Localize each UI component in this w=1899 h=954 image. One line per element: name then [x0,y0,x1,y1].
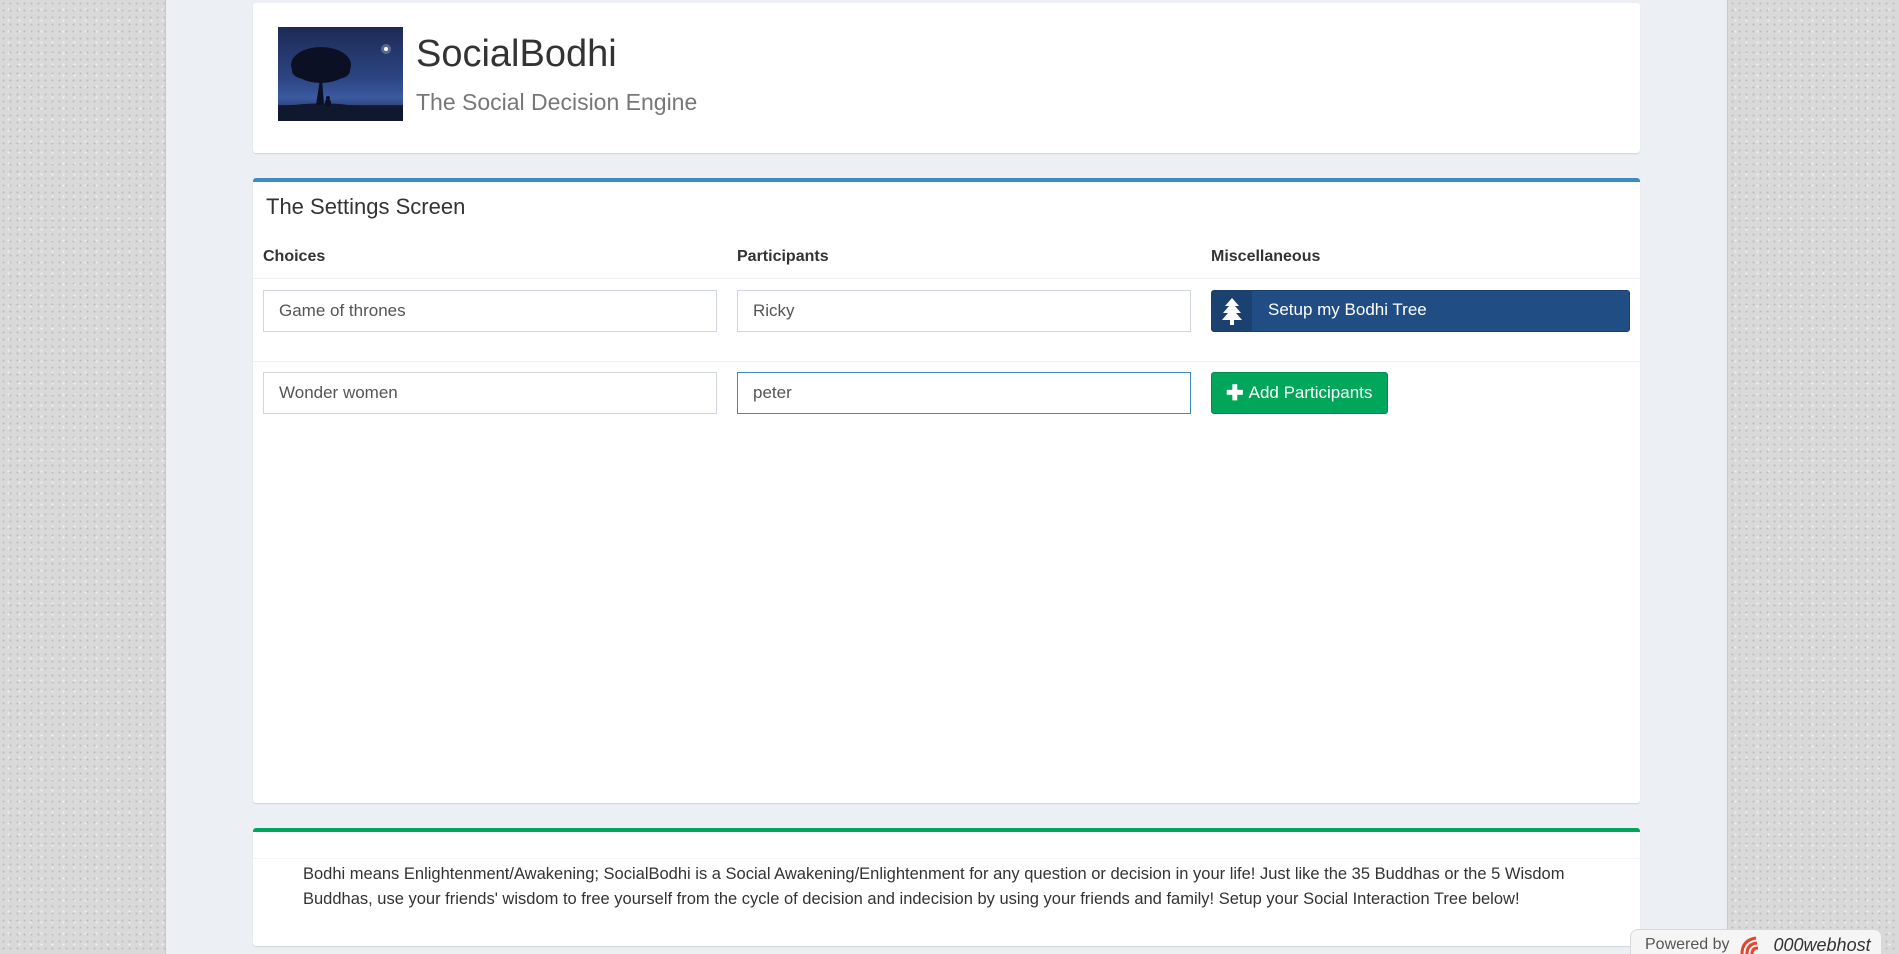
info-panel: Bodhi means Enlightenment/Awakening; Soc… [253,828,1640,946]
add-participants-button[interactable]: ✚ Add Participants [1211,372,1388,414]
bodhi-tree-logo [278,27,403,121]
plus-icon: ✚ [1226,381,1244,405]
participant-input-2[interactable] [737,372,1191,414]
info-text: Bodhi means Enlightenment/Awakening; Soc… [303,865,1565,908]
app-title: SocialBodhi [416,33,617,75]
powered-by-label: Powered by [1645,936,1730,953]
participant-input-1[interactable] [737,290,1191,332]
choice-input-2[interactable] [263,372,717,414]
content-wrapper: SocialBodhi The Social Decision Engine T… [165,0,1728,954]
settings-panel: The Settings Screen Choices Participants… [253,178,1640,803]
header-box: SocialBodhi The Social Decision Engine [253,3,1640,153]
info-divider [253,858,1640,859]
participants-column-header: Participants [737,248,829,265]
app-subtitle: The Social Decision Engine [416,89,698,115]
tree-icon [1212,291,1252,331]
powered-by-badge[interactable]: Powered by 000webhost [1630,929,1882,954]
row-divider [253,361,1640,362]
settings-title: The Settings Screen [266,194,466,219]
miscellaneous-column-header: Miscellaneous [1211,248,1321,265]
row-divider [253,278,1640,279]
powered-by-brand: 000webhost [1773,934,1871,954]
choices-column-header: Choices [263,248,326,265]
choice-input-1[interactable] [263,290,717,332]
add-participants-label: Add Participants [1248,383,1373,402]
setup-bodhi-tree-label: Setup my Bodhi Tree [1268,300,1427,319]
webhost-logo-icon [1740,936,1758,954]
setup-bodhi-tree-button[interactable]: Setup my Bodhi Tree [1211,290,1630,332]
